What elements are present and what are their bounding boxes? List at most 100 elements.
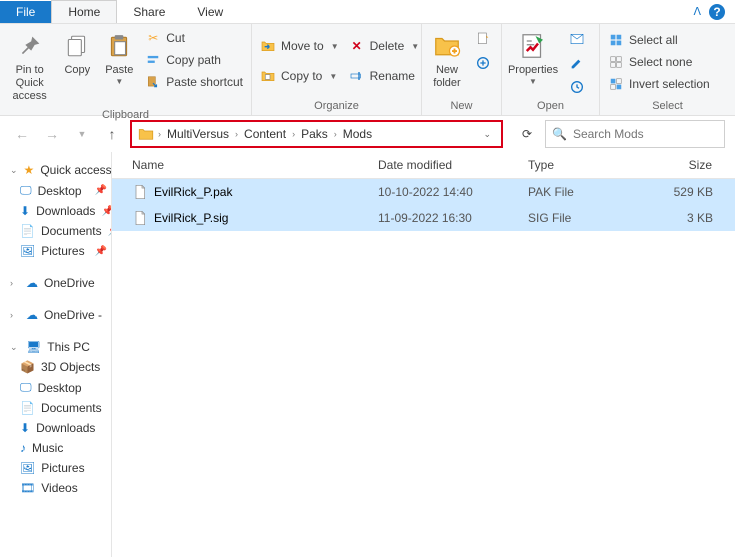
nav-item-documents[interactable]: 📄Documents📌 [0, 221, 111, 241]
invert-selection-icon [608, 76, 624, 92]
column-size[interactable]: Size [638, 152, 735, 178]
refresh-button[interactable]: ⟳ [515, 122, 539, 146]
select-none-button[interactable]: Select none [604, 52, 714, 72]
file-row[interactable]: EvilRick_P.sig11-09-2022 16:30SIG File3 … [112, 205, 735, 231]
tab-file[interactable]: File [0, 1, 51, 23]
file-icon [132, 210, 148, 226]
help-icon[interactable]: ? [709, 4, 725, 20]
nav-onedrive-personal[interactable]: ›☁OneDrive - [0, 305, 111, 325]
onedrive-icon: ☁ [26, 276, 38, 290]
onedrive-icon: ☁ [26, 308, 38, 322]
easy-access-button[interactable] [472, 52, 494, 74]
chevron-down-icon: ▼ [529, 77, 537, 86]
nav-item-videos[interactable]: 🎞Videos [0, 478, 111, 498]
chevron-down-icon: ▼ [329, 72, 337, 81]
delete-button[interactable]: ✕ Delete ▼ [345, 36, 424, 56]
tab-home[interactable]: Home [51, 0, 117, 23]
copy-path-button[interactable]: Copy path [141, 50, 247, 70]
select-all-button[interactable]: Select all [604, 30, 714, 50]
chevron-down-icon: ▼ [331, 42, 339, 51]
select-all-label: Select all [629, 33, 678, 47]
paste-shortcut-icon [145, 74, 161, 90]
file-name: EvilRick_P.sig [154, 211, 228, 225]
column-headers[interactable]: Name Date modified Type Size [112, 152, 735, 179]
move-to-icon [260, 38, 276, 54]
chevron-right-icon[interactable]: › [233, 129, 240, 139]
nav-item-desktop[interactable]: 🖵Desktop [0, 377, 111, 398]
pin-icon: 📌 [95, 185, 107, 196]
new-folder-button[interactable]: New folder [426, 26, 468, 94]
copy-to-label: Copy to [281, 69, 322, 83]
forward-button[interactable]: → [40, 122, 64, 146]
pictures-icon: 🖼 [20, 461, 35, 475]
history-button[interactable] [566, 76, 588, 98]
chevron-right-icon: › [10, 278, 20, 288]
search-input[interactable] [573, 127, 728, 141]
pin-icon [14, 30, 46, 62]
column-date[interactable]: Date modified [370, 152, 520, 178]
pin-to-quick-access-button[interactable]: Pin to Quick access [4, 26, 55, 107]
chevron-right-icon: › [10, 310, 20, 320]
move-to-button[interactable]: Move to ▼ [256, 36, 343, 56]
group-label-new: New [426, 98, 497, 115]
this-pc-icon: 🖥 [26, 340, 41, 354]
invert-selection-button[interactable]: Invert selection [604, 74, 714, 94]
column-name[interactable]: Name [112, 152, 370, 178]
rename-button[interactable]: Rename [345, 66, 424, 86]
new-item-button[interactable] [472, 28, 494, 50]
nav-quick-access[interactable]: ⌄ ★ Quick access [0, 160, 111, 180]
pictures-icon: 🖼 [20, 244, 35, 258]
minimize-ribbon-icon[interactable]: ᐱ [693, 5, 701, 18]
breadcrumb-item[interactable]: Mods [339, 127, 376, 141]
recent-locations-button[interactable]: ▼ [70, 122, 94, 146]
paste-shortcut-label: Paste shortcut [166, 75, 243, 89]
invert-selection-label: Invert selection [629, 77, 710, 91]
column-type[interactable]: Type [520, 152, 638, 178]
up-button[interactable]: ↑ [100, 122, 124, 146]
chevron-right-icon[interactable]: › [290, 129, 297, 139]
nav-item-music[interactable]: ♪Music [0, 438, 111, 458]
nav-item-downloads[interactable]: ⬇Downloads [0, 418, 111, 438]
address-bar[interactable]: › MultiVersus › Content › Paks › Mods ⌄ [130, 120, 503, 148]
back-button[interactable]: ← [10, 122, 34, 146]
breadcrumb-item[interactable]: Content [240, 127, 290, 141]
delete-icon: ✕ [349, 38, 365, 54]
nav-item-pictures[interactable]: 🖼Pictures📌 [0, 241, 111, 261]
chevron-right-icon[interactable]: › [156, 129, 163, 139]
pin-label: Pin to Quick access [6, 64, 53, 103]
downloads-icon: ⬇ [20, 421, 30, 435]
paste-shortcut-button[interactable]: Paste shortcut [141, 72, 247, 92]
file-date: 11-09-2022 16:30 [370, 208, 520, 228]
address-dropdown-button[interactable]: ⌄ [477, 129, 497, 140]
nav-onedrive[interactable]: ›☁OneDrive [0, 273, 111, 293]
copy-icon [61, 30, 93, 62]
nav-this-pc[interactable]: ⌄🖥This PC [0, 337, 111, 357]
properties-button[interactable]: Properties ▼ [506, 26, 560, 90]
cut-label: Cut [166, 31, 185, 45]
breadcrumb-item[interactable]: Paks [297, 127, 332, 141]
nav-item-3d-objects[interactable]: 📦3D Objects [0, 357, 111, 377]
copy-to-button[interactable]: Copy to ▼ [256, 66, 343, 86]
navigation-pane[interactable]: ⌄ ★ Quick access 🖵Desktop📌 ⬇Downloads📌 📄… [0, 152, 112, 557]
edit-button[interactable] [566, 52, 588, 74]
nav-item-documents[interactable]: 📄Documents [0, 398, 111, 418]
nav-item-downloads[interactable]: ⬇Downloads📌 [0, 201, 111, 221]
nav-item-pictures[interactable]: 🖼Pictures [0, 458, 111, 478]
file-list[interactable]: EvilRick_P.pak10-10-2022 14:40PAK File52… [112, 179, 735, 231]
tab-share[interactable]: Share [117, 1, 181, 23]
group-label-organize: Organize [256, 98, 417, 115]
tab-view[interactable]: View [181, 1, 239, 23]
select-none-label: Select none [629, 55, 692, 69]
nav-item-desktop[interactable]: 🖵Desktop📌 [0, 180, 111, 201]
paste-button[interactable]: Paste ▼ [99, 26, 139, 90]
pin-icon: 📌 [101, 206, 112, 217]
breadcrumb-item[interactable]: MultiVersus [163, 127, 233, 141]
copy-button[interactable]: Copy [57, 26, 97, 81]
documents-icon: 📄 [20, 224, 35, 238]
file-row[interactable]: EvilRick_P.pak10-10-2022 14:40PAK File52… [112, 179, 735, 205]
chevron-right-icon[interactable]: › [332, 129, 339, 139]
properties-icon [517, 30, 549, 62]
cut-button[interactable]: ✂ Cut [141, 28, 247, 48]
search-box[interactable]: 🔍 [545, 120, 725, 148]
open-button[interactable] [566, 28, 588, 50]
